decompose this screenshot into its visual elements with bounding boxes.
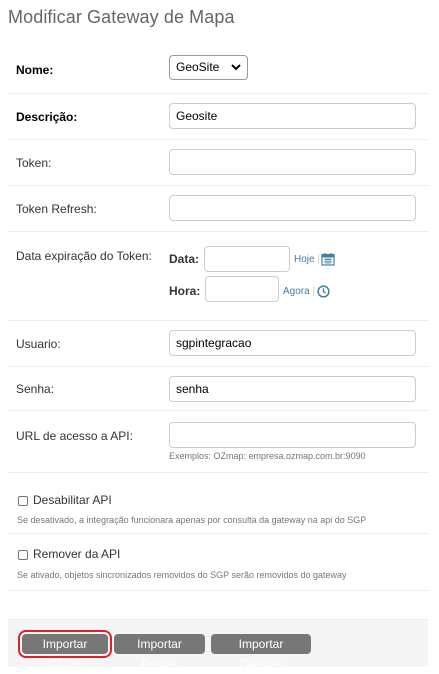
url-api-help: Exemplos: OZmap: empresa.ozmap.com.br:90… (169, 451, 366, 461)
token-label: Token: (16, 156, 52, 170)
url-api-label: URL de acesso a API: (16, 429, 133, 443)
data-input[interactable] (204, 246, 290, 272)
row-senha: Senha: senha (8, 366, 428, 411)
hoje-link-text: Hoje (294, 254, 315, 265)
row-url-api: URL de acesso a API: Exemplos: OZmap: em… (8, 410, 428, 473)
descricao-input[interactable]: Geosite (169, 103, 416, 129)
desabilitar-api-checkbox[interactable] (18, 496, 28, 506)
row-token-refresh: Token Refresh: (8, 185, 428, 232)
hora-sublabel: Hora: (169, 284, 201, 298)
row-remover-api: Remover da API Se ativado, objetos sincr… (8, 533, 428, 591)
token-input[interactable] (169, 149, 416, 175)
row-data-expiracao: Data expiração do Token: Data: Hoje | Ho… (8, 231, 428, 321)
remover-api-help: Se ativado, objetos sincronizados removi… (17, 570, 347, 580)
clock-icon[interactable] (317, 285, 330, 298)
token-refresh-label: Token Refresh: (16, 202, 97, 216)
row-usuario: Usuario: sgpintegracao (8, 320, 428, 367)
importar-clientes-button[interactable]: Importar Clientes (211, 634, 311, 671)
desabilitar-api-help: Se desativado, a integração funcionara a… (17, 515, 367, 525)
data-sublabel: Data: (169, 252, 200, 266)
agora-link-text: Agora (283, 286, 310, 297)
page-title: Modificar Gateway de Mapa (8, 7, 235, 27)
data-expiracao-label: Data expiração do Token: (16, 249, 152, 263)
row-descricao: Descrição: Geosite (8, 93, 428, 140)
desabilitar-api-label[interactable]: Desabilitar API (33, 493, 112, 507)
nome-label: Nome: (16, 63, 54, 77)
senha-input[interactable]: senha (169, 376, 416, 402)
senha-label: Senha: (16, 382, 55, 396)
chevron-down-icon (231, 64, 241, 71)
calendar-icon[interactable] (321, 252, 335, 266)
action-bar: Importar CTOS Importar Postes Importar C… (8, 619, 428, 671)
token-refresh-input[interactable] (169, 195, 416, 221)
agora-link[interactable]: Agora | (283, 286, 315, 297)
agora-separator: | (312, 286, 316, 297)
row-desabilitar-api: Desabilitar API Se desativado, a integra… (8, 472, 428, 534)
nome-selected-value: GeoSite (176, 60, 220, 74)
usuario-input[interactable]: sgpintegracao (169, 330, 416, 356)
importar-ctos-button[interactable]: Importar CTOS (18, 630, 112, 671)
hoje-separator: | (317, 254, 320, 265)
usuario-label: Usuario: (16, 337, 61, 351)
remover-api-label[interactable]: Remover da API (33, 547, 120, 561)
descricao-label: Descrição: (16, 110, 78, 124)
hoje-link[interactable]: Hoje | (294, 254, 320, 265)
row-nome: Nome: GeoSite (8, 45, 428, 94)
remover-api-checkbox[interactable] (18, 550, 28, 560)
hora-input[interactable] (205, 276, 279, 302)
url-api-input[interactable] (169, 422, 416, 448)
row-token: Token: (8, 139, 428, 186)
importar-postes-button[interactable]: Importar Postes (114, 634, 205, 671)
nome-select[interactable]: GeoSite (169, 55, 248, 80)
